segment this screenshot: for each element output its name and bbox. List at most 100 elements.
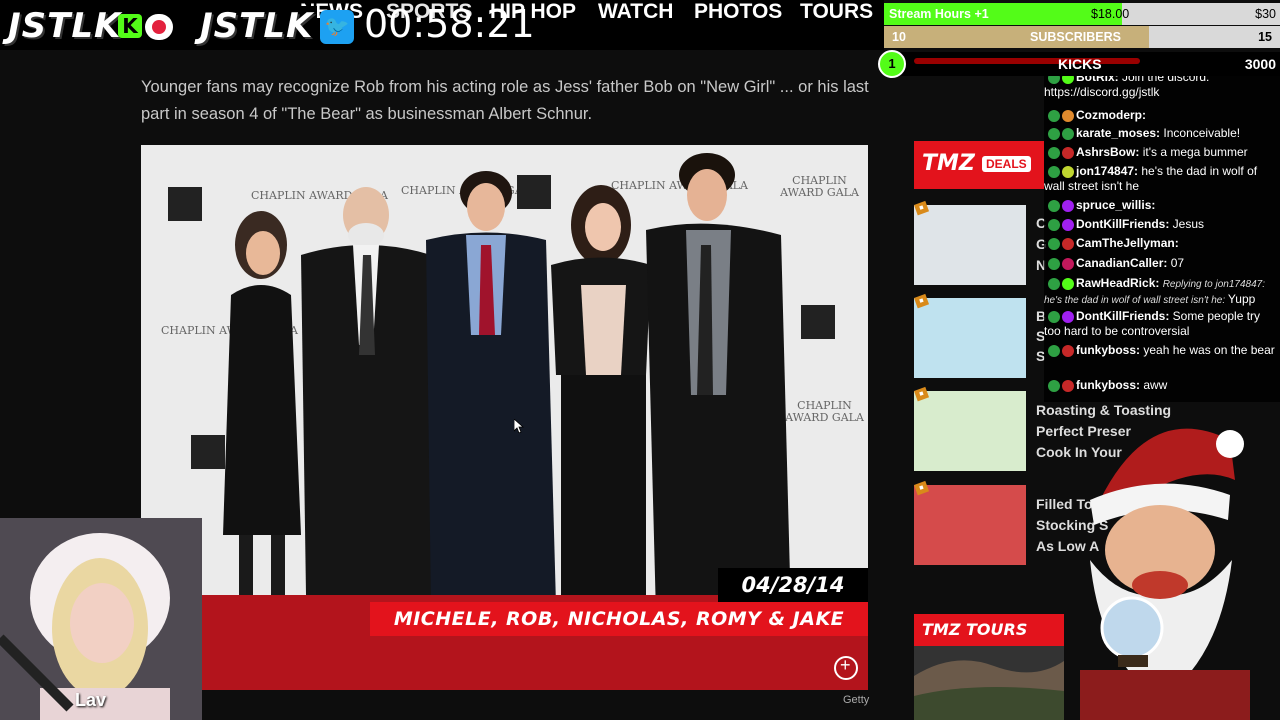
stream-hours-value: $18.00 — [1091, 7, 1130, 21]
chat-username[interactable]: CanadianCaller: — [1076, 256, 1171, 270]
user-badge-icon — [1062, 199, 1074, 212]
user-badge-icon — [1062, 218, 1074, 231]
stream-hours-label: Stream Hours +1 — [889, 7, 989, 21]
chat-username[interactable]: funkyboss: — [1076, 343, 1143, 357]
chat-text: Yupp — [1227, 292, 1256, 306]
chat-username[interactable]: Cozmoderp: — [1076, 108, 1146, 122]
tmz-logo: TMZ — [922, 151, 975, 176]
chat-message: jon174847: he's the dad in wolf of wall … — [1044, 164, 1280, 194]
stream-hours-goal: $30 — [1255, 7, 1276, 21]
chat-message: DontKillFriends: Jesus — [1044, 217, 1280, 232]
subs-current: 10 — [892, 30, 906, 44]
stream-brand-logo-secondary: JSTLK — [200, 6, 318, 46]
user-badge-icon — [1062, 344, 1074, 357]
mouse-cursor-icon — [514, 419, 524, 433]
chat-username[interactable]: spruce_willis: — [1076, 198, 1155, 212]
kicks-goal: 3000 — [1244, 56, 1276, 72]
stream-timer: 00:58:21 — [364, 2, 535, 46]
article-photo[interactable]: CHAPLIN AWARD GALA CHAPLIN AWARD GALA CH… — [141, 145, 868, 690]
chat-username[interactable]: DontKillFriends: — [1076, 217, 1173, 231]
user-badge-icon — [1062, 76, 1074, 84]
chat-username[interactable]: CamTheJellyman: — [1076, 236, 1179, 250]
chat-message: RawHeadRick: Replying to jon174847: he's… — [1044, 276, 1280, 308]
user-badge-icon — [1062, 146, 1074, 159]
user-badge-icon — [1062, 310, 1074, 323]
kicks-label: KICKS — [1058, 56, 1102, 72]
hollywood-hills-image — [914, 660, 1064, 720]
user-badge-icon — [1062, 237, 1074, 250]
mod-check-icon — [1048, 109, 1060, 122]
mod-check-icon — [1048, 165, 1060, 178]
stream-brand-logo: JSTLK — [8, 6, 126, 46]
tmz-tours-banner[interactable]: TMZ TOURS — [914, 614, 1064, 720]
user-badge-icon — [1062, 165, 1074, 178]
mod-check-icon — [1048, 379, 1060, 392]
chat-username[interactable]: DontKillFriends: — [1076, 309, 1173, 323]
mod-check-icon — [1048, 257, 1060, 270]
chat-overlay: BotRix: Join the discord: https://discor… — [1044, 76, 1280, 402]
nav-watch[interactable]: WATCH — [598, 0, 673, 24]
record-icon — [145, 14, 173, 40]
kick-logo-icon: K — [118, 14, 142, 38]
chat-username[interactable]: AshrsBow: — [1076, 145, 1143, 159]
deal-thumbnail[interactable]: ■ — [914, 386, 1026, 471]
chat-text: 07 — [1170, 256, 1185, 270]
webcam-name-label: Lav — [75, 690, 107, 710]
chat-text: Jesus — [1172, 217, 1205, 231]
mod-check-icon — [1048, 127, 1060, 140]
chat-message: spruce_willis: — [1044, 198, 1280, 213]
chat-message: CamTheJellyman: — [1044, 236, 1280, 251]
mod-check-icon — [1048, 199, 1060, 212]
deal-thumbnail[interactable]: ■ — [914, 200, 1026, 285]
mod-check-icon — [1048, 218, 1060, 231]
user-badge-icon — [1062, 379, 1074, 392]
subs-goal: 15 — [1258, 30, 1272, 44]
chat-text: yeah he was on the bear — [1143, 343, 1275, 357]
mod-check-icon — [1048, 146, 1060, 159]
user-badge-icon — [1062, 127, 1074, 140]
user-badge-icon — [1062, 277, 1074, 290]
chat-message: AshrsBow: it's a mega bummer — [1044, 145, 1280, 160]
chat-text: it's a mega bummer — [1142, 145, 1248, 159]
mod-check-icon — [1048, 76, 1060, 84]
chat-message: BotRix: Join the discord: https://discor… — [1044, 76, 1280, 100]
mod-check-icon — [1048, 277, 1060, 290]
photo-caption: MICHELE, ROB, NICHOLAS, ROMY & JAKE — [370, 602, 868, 636]
chat-message: CanadianCaller: 07 — [1044, 256, 1280, 271]
chat-message: Cozmoderp: — [1044, 108, 1280, 123]
article-paragraph: Younger fans may recognize Rob from his … — [141, 78, 869, 123]
chat-message: funkyboss: yeah he was on the bear — [1044, 343, 1280, 358]
chat-message: karate_moses: Inconceivable! — [1044, 126, 1280, 141]
chat-text: aww — [1143, 378, 1168, 392]
twitter-bird-icon: 🐦 — [320, 10, 354, 44]
chat-username[interactable]: funkyboss: — [1076, 378, 1143, 392]
deal-thumbnail[interactable]: ■ — [914, 480, 1026, 565]
site-nav-bar: NEWS SPORTS HIP HOP WATCH PHOTOS TOURS J… — [0, 0, 884, 50]
mod-check-icon — [1048, 344, 1060, 357]
photo-credit: Getty — [843, 694, 870, 706]
stream-hours-goal-bar: Stream Hours +1 $18.00 $30 — [884, 3, 1280, 25]
zoom-in-icon[interactable] — [834, 655, 858, 680]
chat-message: DontKillFriends: Some people try too har… — [1044, 309, 1280, 339]
deal-thumbnail[interactable]: ■ — [914, 293, 1026, 378]
subs-label: SUBSCRIBERS — [1030, 30, 1121, 44]
chat-username[interactable]: BotRix: — [1076, 76, 1122, 84]
kicks-current: 1 — [878, 50, 906, 78]
nav-tours[interactable]: TOURS — [800, 0, 873, 24]
nav-photos[interactable]: PHOTOS — [694, 0, 782, 24]
subscribers-goal-bar: 10 SUBSCRIBERS 15 — [884, 26, 1280, 48]
user-badge-icon — [1062, 109, 1074, 122]
mod-check-icon — [1048, 310, 1060, 323]
chat-username[interactable]: jon174847: — [1076, 164, 1141, 178]
tours-label: TMZ TOURS — [922, 620, 1028, 639]
kicks-goal-bar: 1 KICKS 3000 — [878, 50, 1280, 78]
chat-username[interactable]: RawHeadRick: — [1076, 276, 1163, 290]
mod-check-icon — [1048, 237, 1060, 250]
chat-text: Inconceivable! — [1163, 126, 1241, 140]
photo-date-label: 04/28/14 — [718, 568, 868, 602]
chat-username[interactable]: karate_moses: — [1076, 126, 1163, 140]
deals-label: DEALS — [982, 156, 1031, 172]
tmz-deals-banner[interactable]: TMZ DEALS — [914, 141, 1044, 189]
user-badge-icon — [1062, 257, 1074, 270]
kicks-track — [914, 58, 1140, 64]
